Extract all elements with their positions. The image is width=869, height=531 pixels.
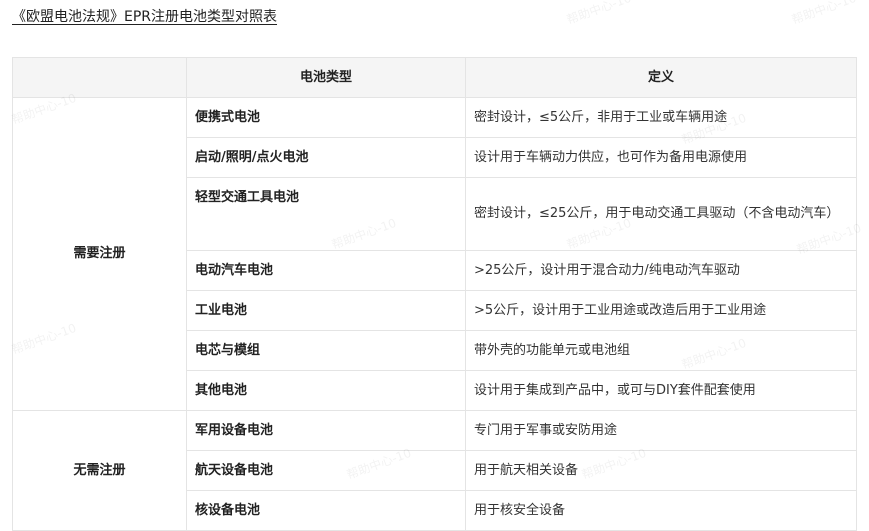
header-definition: 定义 bbox=[465, 57, 857, 98]
header-group bbox=[12, 57, 187, 98]
table-row: 需要注册 便携式电池 密封设计，≤5公斤，非用于工业或车辆用途 bbox=[12, 97, 857, 411]
battery-type-cell: 航天设备电池 bbox=[186, 450, 466, 491]
definition-cell: 密封设计，≤25公斤，用于电动交通工具驱动（不含电动汽车） bbox=[465, 177, 857, 251]
battery-type-cell: 电动汽车电池 bbox=[186, 250, 466, 291]
battery-type-cell: 电芯与模组 bbox=[186, 330, 466, 371]
table-row: 无需注册 军用设备电池 专门用于军事或安防用途 bbox=[12, 410, 857, 531]
group-label-no-register: 无需注册 bbox=[12, 410, 187, 531]
watermark: 帮助中心-10 bbox=[564, 0, 634, 28]
battery-type-cell: 轻型交通工具电池 bbox=[186, 177, 466, 251]
battery-type-cell: 其他电池 bbox=[186, 370, 466, 411]
battery-type-cell: 启动/照明/点火电池 bbox=[186, 137, 466, 178]
definition-cell: 设计用于集成到产品中，或可与DIY套件配套使用 bbox=[465, 370, 857, 411]
definition-cell: 用于核安全设备 bbox=[465, 490, 857, 531]
definition-cell: >25公斤，设计用于混合动力/纯电动汽车驱动 bbox=[465, 250, 857, 291]
battery-type-cell: 便携式电池 bbox=[186, 97, 466, 138]
page-title: 《欧盟电池法规》EPR注册电池类型对照表 bbox=[12, 9, 278, 25]
table-header-row: 电池类型 定义 bbox=[12, 57, 857, 98]
header-battery-type: 电池类型 bbox=[186, 57, 466, 98]
watermark: 帮助中心-10 bbox=[789, 0, 859, 28]
definition-cell: 用于航天相关设备 bbox=[465, 450, 857, 491]
definition-cell: 设计用于车辆动力供应，也可作为备用电源使用 bbox=[465, 137, 857, 178]
definition-cell: 带外壳的功能单元或电池组 bbox=[465, 330, 857, 371]
definition-cell: 密封设计，≤5公斤，非用于工业或车辆用途 bbox=[465, 97, 857, 138]
battery-type-table: 电池类型 定义 需要注册 便携式电池 密封设计，≤5公斤，非用于工业或车辆用途 … bbox=[12, 57, 857, 531]
battery-type-cell: 军用设备电池 bbox=[186, 410, 466, 451]
battery-type-cell: 核设备电池 bbox=[186, 490, 466, 531]
definition-cell: 专门用于军事或安防用途 bbox=[465, 410, 857, 451]
definition-cell: >5公斤，设计用于工业用途或改造后用于工业用途 bbox=[465, 290, 857, 331]
group-label-register: 需要注册 bbox=[12, 97, 187, 411]
battery-type-cell: 工业电池 bbox=[186, 290, 466, 331]
